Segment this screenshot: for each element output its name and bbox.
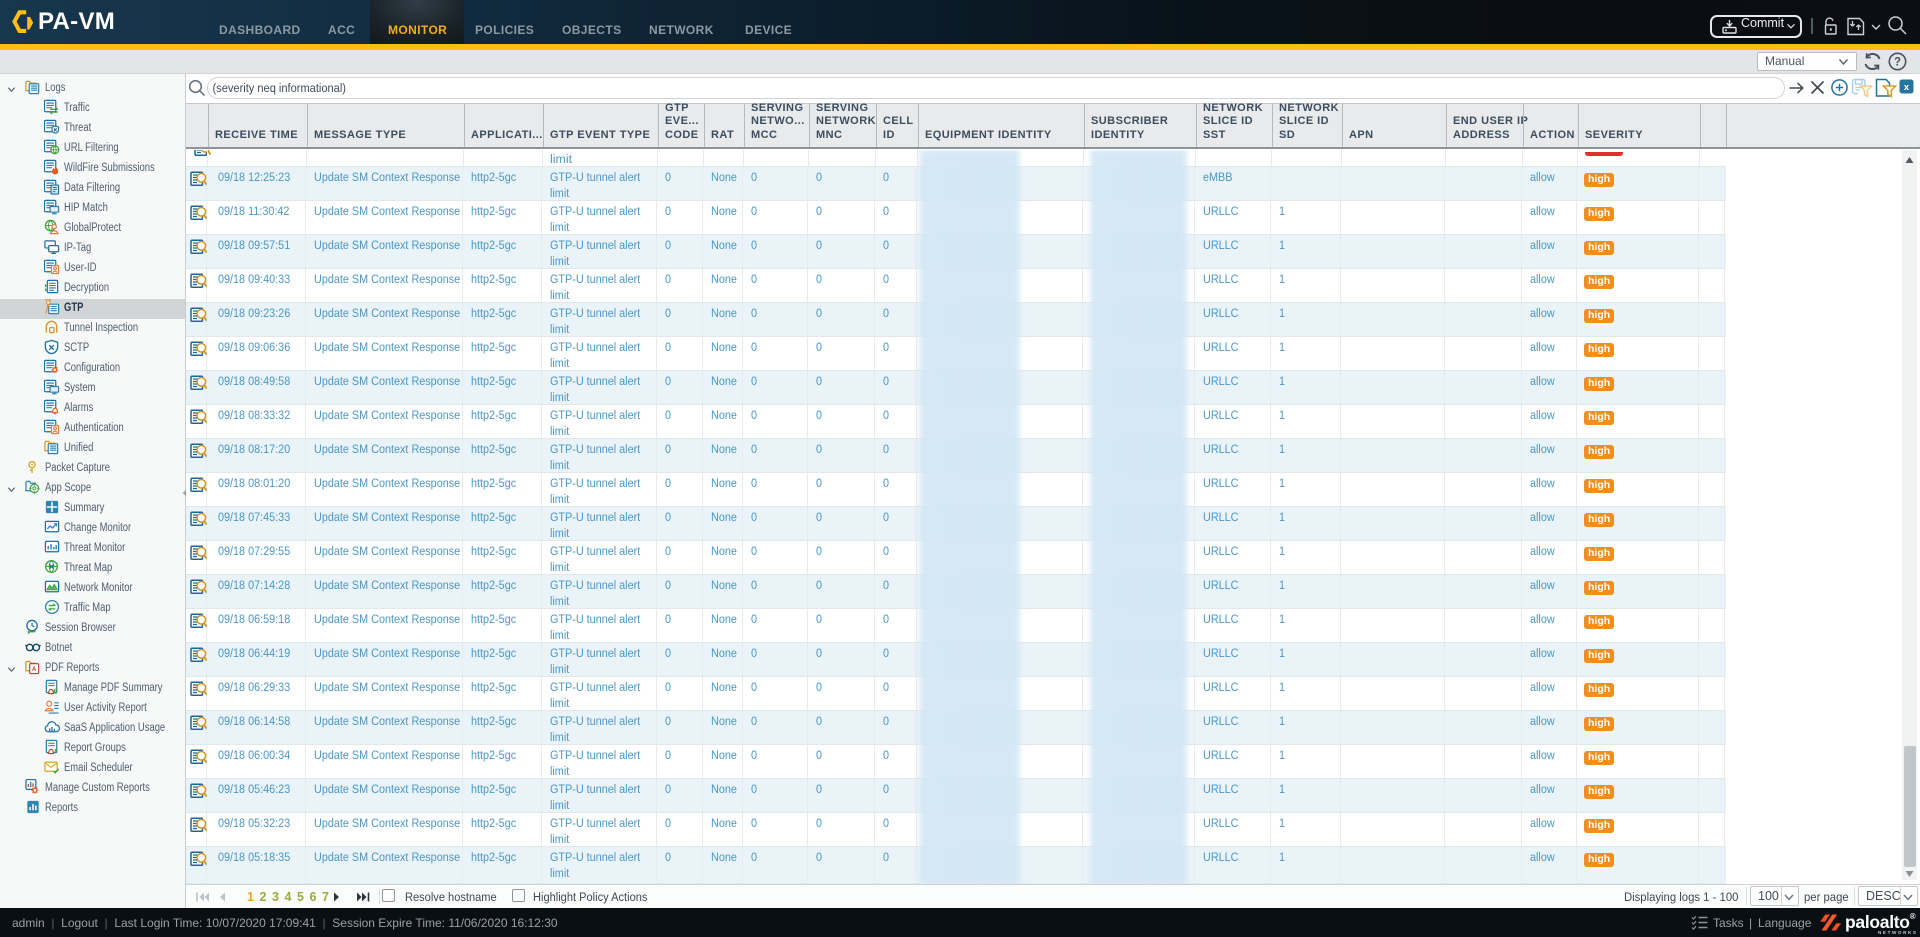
svg-text:?: ?: [1894, 57, 1901, 69]
svg-text:x: x: [1904, 82, 1910, 93]
svg-text:A: A: [32, 666, 37, 673]
